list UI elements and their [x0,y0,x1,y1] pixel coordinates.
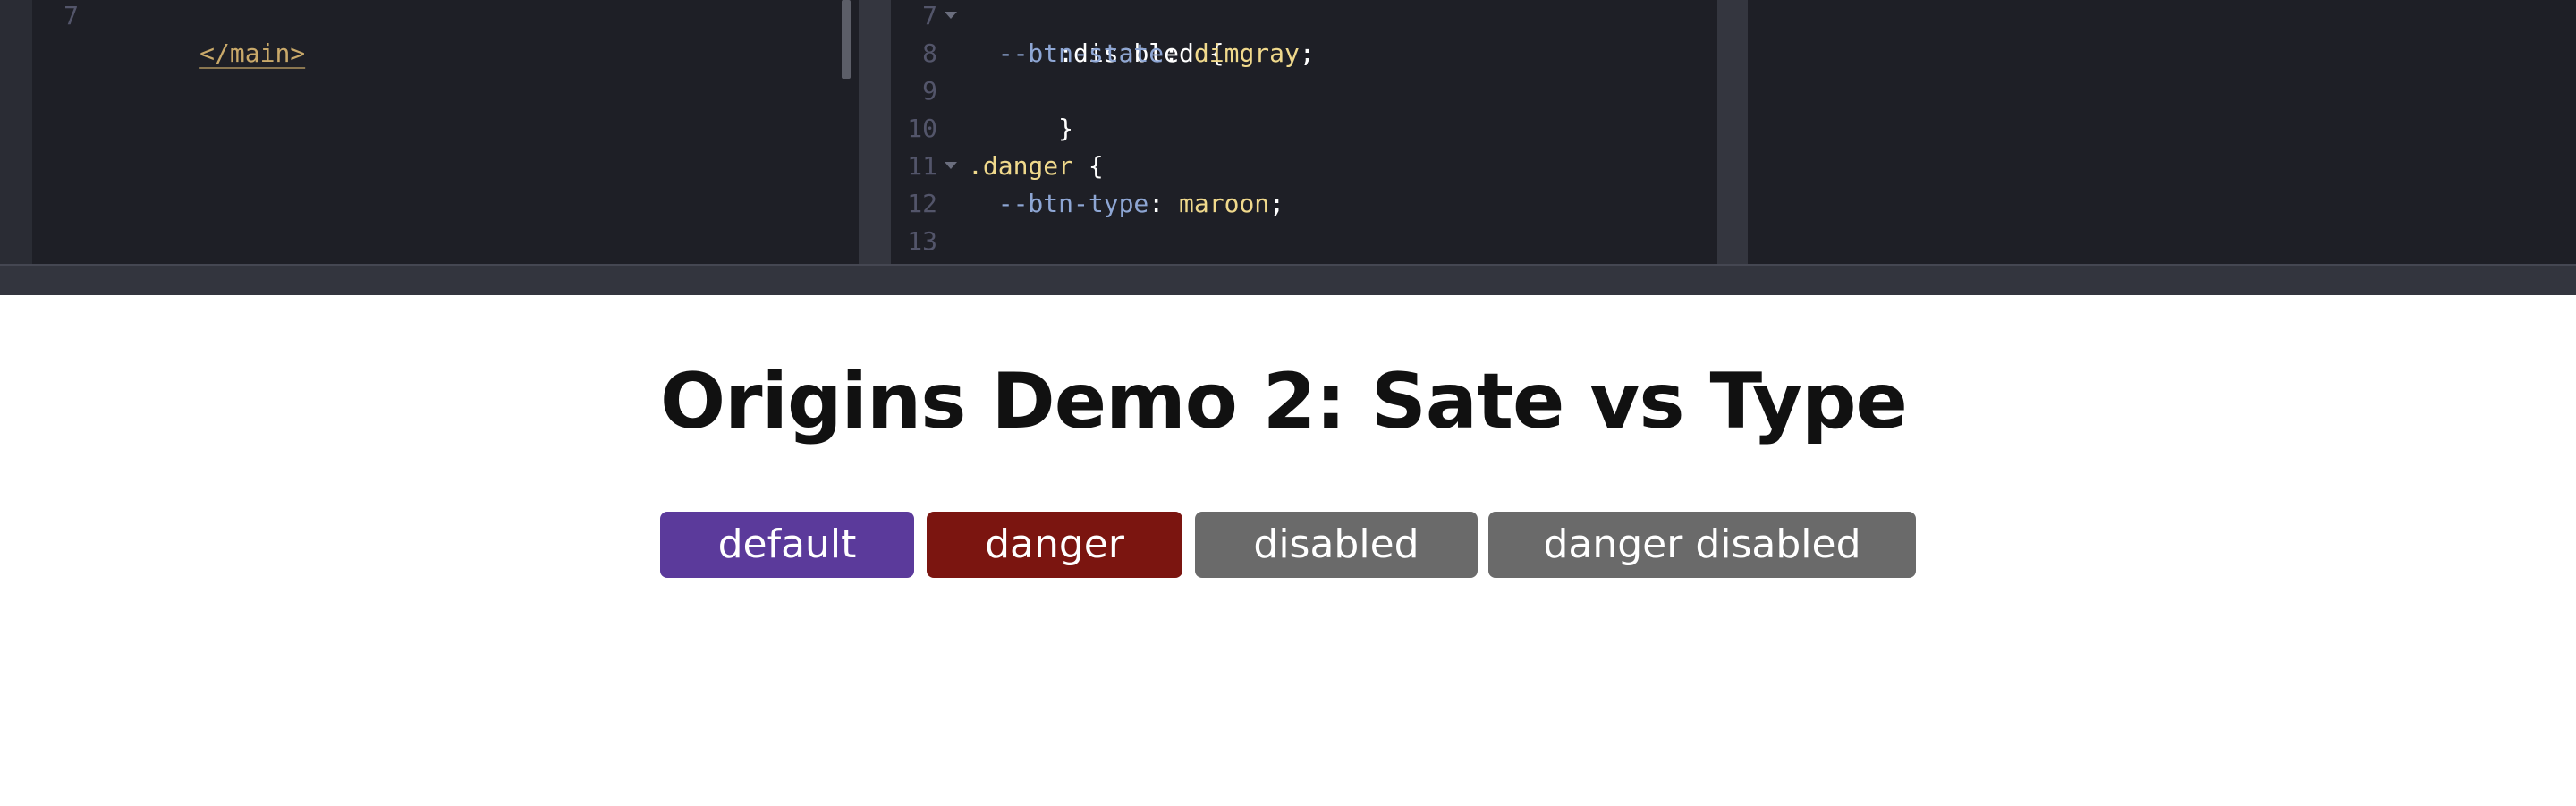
line-number: 12 [907,189,937,218]
pane-divider[interactable] [859,0,891,264]
line-number: 7 [64,1,79,30]
css-colon: : [1148,189,1180,218]
line-number: 11 [907,151,937,181]
editor-resize-bar[interactable] [0,264,2576,295]
editor-divider-line [0,264,2576,266]
fold-arrow-icon[interactable] [945,162,957,169]
js-editor-pane[interactable] [1748,0,2576,264]
line-number: 13 [907,226,937,256]
line-number: 9 [922,76,937,106]
line-number: 7 [922,1,937,30]
danger-disabled-button: danger disabled [1488,512,1916,578]
html-editor-pane[interactable]: 7 </main> [0,0,859,264]
html-closing-tag: </main> [199,38,306,68]
css-semicolon: ; [1269,189,1285,218]
code-editor-area: 7 </main> 7 :disabled { 8 --btn-state: d… [0,0,2576,295]
code-line[interactable] [968,110,1058,148]
html-line-gutter [0,0,32,264]
code-line[interactable]: --btn-type: maroon; [968,185,1284,223]
css-value: dimgray [1193,38,1300,68]
code-line[interactable]: </main> [109,0,305,68]
line-number: 10 [907,114,937,143]
page-title: Origins Demo 2: Sate vs Type [660,357,1908,446]
css-class-selector: .danger [968,151,1074,181]
danger-button[interactable]: danger [927,512,1182,578]
css-colon: : [1164,38,1194,68]
css-property: --btn-type [997,189,1149,218]
code-line[interactable]: :disabled { [968,0,1224,68]
code-line[interactable]: --btn-state: dimgray; [968,35,1315,72]
code-line[interactable]: } [968,223,1073,260]
css-brace: { [1073,151,1104,181]
fold-arrow-icon[interactable] [945,12,957,19]
disabled-button: disabled [1195,512,1478,578]
css-property: --btn-state [997,38,1165,68]
code-line[interactable]: } [968,72,1073,143]
css-semicolon: ; [1299,38,1315,68]
pane-divider[interactable] [1717,0,1748,264]
result-preview: Origins Demo 2: Sate vs Type default dan… [0,295,2576,806]
code-line[interactable]: .danger { [968,148,1104,185]
line-number: 8 [922,38,937,68]
css-editor-pane[interactable]: 7 :disabled { 8 --btn-state: dimgray; 9 … [891,0,1717,264]
default-button[interactable]: default [660,512,914,578]
css-value: maroon [1179,189,1270,218]
css-brace: } [1058,114,1074,143]
html-pane-scrollbar[interactable] [842,0,851,79]
